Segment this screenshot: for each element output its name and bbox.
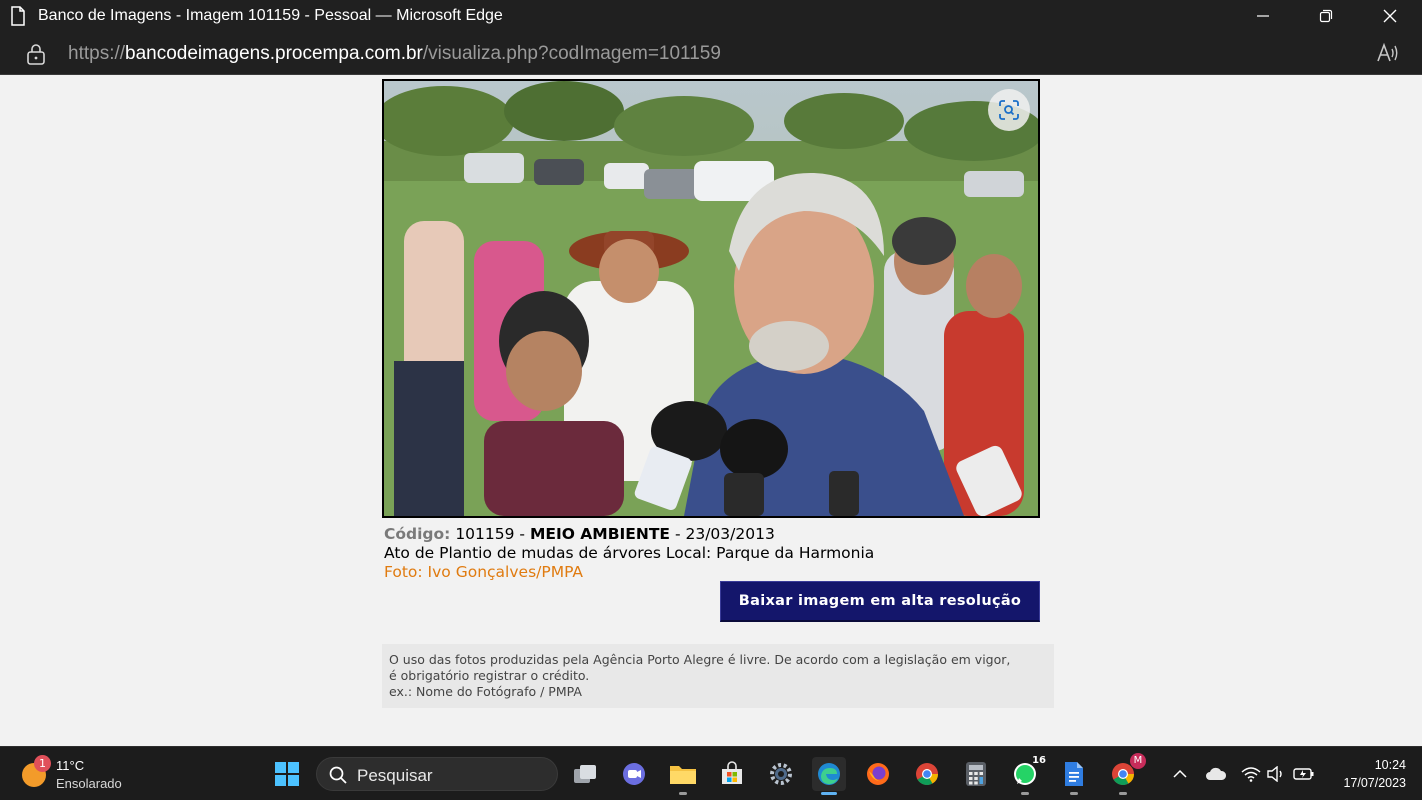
task-view-button[interactable] <box>568 757 602 791</box>
restore-icon <box>1319 9 1333 23</box>
file-explorer-button[interactable] <box>666 757 700 795</box>
url-host: bancodeimagens.procempa.com.br <box>125 43 423 64</box>
photo-illustration <box>384 81 1038 516</box>
minimize-icon <box>1257 15 1269 17</box>
url-path: /visualiza.php?codImagem=101159 <box>422 43 721 64</box>
chrome-icon <box>916 763 938 785</box>
edge-button[interactable] <box>812 757 846 795</box>
notice-example: ex.: Nome do Fotógrafo / PMPA <box>389 684 582 699</box>
minimize-button[interactable] <box>1240 0 1286 32</box>
clock-time: 10:24 <box>1374 758 1406 772</box>
chevron-up-icon <box>1173 769 1187 778</box>
page-icon <box>11 6 25 26</box>
task-view-icon <box>574 765 596 783</box>
taskbar: 1 11°C Ensolarado Pesquisar 16 M 10:24 1… <box>0 746 1422 800</box>
photo-date: 23/03/2013 <box>685 525 775 543</box>
separator: - <box>514 525 530 543</box>
code-label: Código: <box>384 525 451 543</box>
chat-app-button[interactable] <box>617 757 651 791</box>
cloud-icon <box>1206 767 1227 780</box>
calculator-button[interactable] <box>959 757 993 791</box>
category: MEIO AMBIENTE <box>529 525 671 543</box>
close-icon <box>1383 9 1397 23</box>
show-hidden-icons-button[interactable] <box>1170 763 1190 785</box>
running-indicator <box>1021 792 1029 795</box>
store-icon <box>722 761 742 784</box>
download-high-res-button[interactable]: Baixar imagem em alta resolução <box>720 581 1040 622</box>
lock-icon[interactable] <box>26 43 46 65</box>
onedrive-button[interactable] <box>1204 763 1228 785</box>
microsoft-store-button[interactable] <box>715 757 749 791</box>
volume-icon <box>1267 766 1282 782</box>
chrome-button[interactable] <box>910 757 944 791</box>
url-field[interactable]: https://bancodeimagens.procempa.com.br/v… <box>68 43 721 65</box>
running-indicator <box>1119 792 1127 795</box>
running-indicator <box>1070 792 1078 795</box>
taskbar-search[interactable]: Pesquisar <box>316 757 558 791</box>
system-clock[interactable]: 10:24 17/07/2023 <box>1326 756 1406 792</box>
search-placeholder: Pesquisar <box>357 766 433 785</box>
temperature: 11°C <box>56 758 85 773</box>
code-value: 101159 <box>455 525 515 543</box>
network-sound-battery[interactable] <box>1238 763 1318 785</box>
separator: - <box>670 525 686 543</box>
page-content: Código: 101159 - MEIO AMBIENTE - 23/03/2… <box>0 75 1422 746</box>
calculator-icon <box>966 762 986 786</box>
document-icon <box>1065 762 1083 786</box>
url-scheme: https:// <box>68 43 126 64</box>
clock-date: 17/07/2023 <box>1343 776 1406 790</box>
photo-info: Código: 101159 - MEIO AMBIENTE - 23/03/2… <box>384 525 874 582</box>
firefox-icon <box>867 763 889 785</box>
battery-icon <box>1293 768 1314 780</box>
event-photo[interactable] <box>382 79 1040 518</box>
whatsapp-button[interactable]: 16 <box>1008 755 1046 795</box>
address-bar: https://bancodeimagens.procempa.com.br/v… <box>0 32 1422 75</box>
photo-credit: Foto: Ivo Gonçalves/PMPA <box>384 563 584 581</box>
visual-search-button[interactable] <box>988 89 1030 131</box>
photo-description: Ato de Plantio de mudas de árvores Local… <box>384 544 875 562</box>
firefox-button[interactable] <box>861 757 895 791</box>
read-aloud-icon[interactable] <box>1376 41 1400 65</box>
video-chat-icon <box>623 763 645 785</box>
notification-badge: 1 <box>34 755 51 772</box>
maximize-button[interactable] <box>1303 0 1349 32</box>
wifi-icon <box>1241 767 1261 782</box>
title-bar: Banco de Imagens - Imagem 101159 - Pesso… <box>0 0 1422 32</box>
code-line: Código: 101159 - MEIO AMBIENTE - 23/03/2… <box>384 525 874 544</box>
running-indicator <box>679 792 687 795</box>
settings-button[interactable] <box>764 757 798 791</box>
chrome-profile-button[interactable]: M <box>1106 753 1146 795</box>
close-button[interactable] <box>1367 0 1413 32</box>
profile-badge: M <box>1130 753 1146 769</box>
notice-line: é obrigatório registrar o crédito. <box>389 668 590 683</box>
unread-count: 16 <box>1032 755 1046 766</box>
search-icon <box>329 766 347 784</box>
weather-condition: Ensolarado <box>56 776 122 791</box>
weather-widget[interactable]: 1 11°C Ensolarado <box>22 755 142 795</box>
notice-line: O uso das fotos produzidas pela Agência … <box>389 652 1011 667</box>
folder-icon <box>670 766 696 784</box>
windows-icon <box>275 762 299 786</box>
usage-notice: O uso das fotos produzidas pela Agência … <box>382 644 1054 708</box>
docs-button[interactable] <box>1057 757 1091 795</box>
start-button[interactable] <box>270 757 304 791</box>
running-indicator <box>821 792 837 795</box>
visual-search-icon <box>999 100 1019 120</box>
gear-icon <box>770 763 792 785</box>
window-title: Banco de Imagens - Imagem 101159 - Pesso… <box>38 7 503 24</box>
edge-icon <box>818 763 840 785</box>
